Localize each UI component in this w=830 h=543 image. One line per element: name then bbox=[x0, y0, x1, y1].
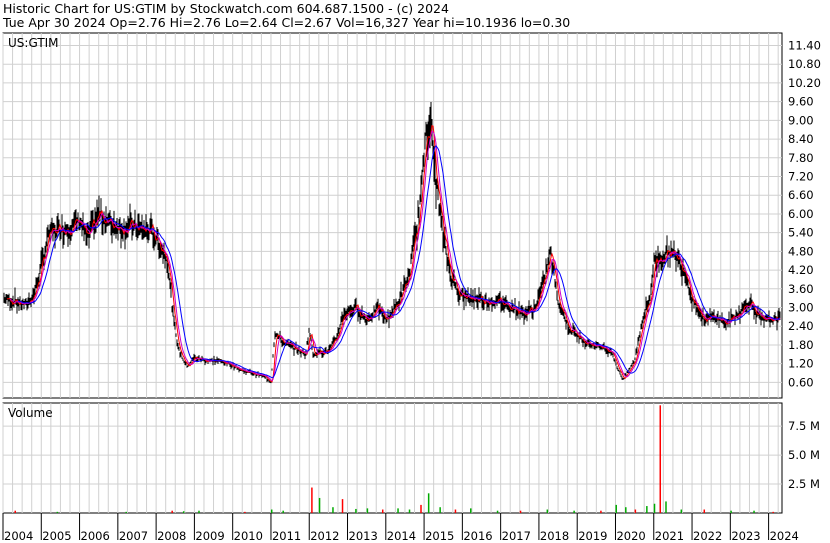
year-label: 2024 bbox=[770, 529, 799, 543]
volume-bar bbox=[634, 509, 637, 513]
volume-tick-label: 5.0 M bbox=[788, 448, 820, 462]
volume-bar bbox=[311, 487, 313, 513]
volume-bar bbox=[454, 509, 457, 513]
price-tick-label: 4.80 bbox=[788, 244, 814, 258]
volume-bar bbox=[198, 510, 200, 513]
volume-bar bbox=[703, 509, 706, 513]
year-label: 2013 bbox=[349, 529, 378, 543]
volume-bar bbox=[665, 501, 667, 513]
ma-short-line bbox=[6, 124, 781, 383]
year-label: 2008 bbox=[157, 529, 186, 543]
year-label: 2009 bbox=[195, 529, 224, 543]
year-label: 2012 bbox=[310, 529, 339, 543]
volume-bar bbox=[171, 510, 173, 513]
price-tick-label: 1.20 bbox=[788, 357, 814, 371]
volume-tick-label: 2.5 M bbox=[788, 477, 820, 491]
volume-bar bbox=[355, 508, 357, 513]
volume-bars bbox=[14, 405, 774, 513]
volume-bar bbox=[653, 503, 656, 513]
price-tick-label: 6.60 bbox=[788, 188, 814, 202]
price-tick-label: 10.80 bbox=[788, 57, 821, 71]
volume-bar bbox=[772, 511, 774, 513]
year-label: 2006 bbox=[81, 529, 110, 543]
symbol-label: US:GTIM bbox=[8, 36, 59, 50]
price-tick-label: 3.00 bbox=[788, 301, 814, 315]
price-tick-label: 8.40 bbox=[788, 132, 814, 146]
volume-bar bbox=[14, 510, 16, 513]
volume-bar bbox=[573, 510, 575, 513]
grid bbox=[2, 33, 782, 513]
volume-bar bbox=[615, 504, 617, 513]
volume-bar bbox=[56, 511, 59, 513]
price-tick-label: 11.40 bbox=[788, 38, 821, 52]
stock-chart: 11.40 10.80 10.20 9.60 9.00 8.40 7.80 7.20 6.60 6… bbox=[2, 32, 821, 543]
year-label: 2022 bbox=[693, 529, 722, 543]
volume-bar bbox=[427, 493, 430, 513]
year-label: 2016 bbox=[463, 529, 492, 543]
volume-bar bbox=[397, 508, 399, 513]
volume-bar bbox=[332, 507, 334, 513]
volume-bar bbox=[408, 509, 411, 513]
price-tick-label: 9.60 bbox=[788, 95, 814, 109]
chart-window: Historic Chart for US:GTIM by Stockwatch… bbox=[0, 0, 830, 543]
year-label: 2005 bbox=[42, 529, 71, 543]
volume-pane-label: Volume bbox=[8, 406, 53, 420]
year-label: 2007 bbox=[119, 529, 148, 543]
volume-bar bbox=[646, 506, 648, 513]
year-label: 2019 bbox=[578, 529, 607, 543]
volume-bar bbox=[318, 497, 321, 513]
year-label: 2023 bbox=[731, 529, 760, 543]
price-tick-label: 1.80 bbox=[788, 338, 814, 352]
volume-bar bbox=[366, 508, 369, 513]
volume-bar bbox=[659, 405, 662, 513]
price-tick-label: 7.80 bbox=[788, 151, 814, 165]
year-label: 2018 bbox=[540, 529, 569, 543]
volume-bar bbox=[625, 507, 627, 513]
volume-bar bbox=[182, 511, 185, 513]
volume-bar bbox=[270, 509, 273, 513]
volume-bar bbox=[244, 511, 246, 513]
year-label: 2014 bbox=[387, 529, 416, 543]
volume-bar bbox=[125, 511, 127, 513]
price-tick-label: 9.00 bbox=[788, 113, 814, 127]
volume-bar bbox=[730, 510, 732, 513]
price-tick-label: 4.20 bbox=[788, 263, 814, 277]
price-pane-frame bbox=[2, 32, 783, 399]
year-label: 2017 bbox=[502, 529, 531, 543]
volume-pane-frame bbox=[2, 402, 783, 514]
price-tick-label: 7.20 bbox=[788, 170, 814, 184]
price-tick-label: 5.40 bbox=[788, 226, 814, 240]
volume-bar bbox=[546, 509, 549, 513]
axes: 11.40 10.80 10.20 9.60 9.00 8.40 7.80 7.20 6.60 6… bbox=[2, 38, 821, 543]
price-tick-label: 6.00 bbox=[788, 207, 814, 221]
volume-bar bbox=[439, 507, 441, 513]
volume-bar bbox=[381, 509, 384, 513]
price-tick-label: 0.60 bbox=[788, 375, 814, 389]
volume-bar bbox=[496, 510, 499, 513]
year-label: 2021 bbox=[655, 529, 684, 543]
volume-bar bbox=[519, 510, 522, 513]
price-tick-label: 3.60 bbox=[788, 282, 814, 296]
year-label: 2010 bbox=[234, 529, 263, 543]
volume-tick-label: 7.5 M bbox=[788, 419, 820, 433]
volume-bar bbox=[282, 510, 284, 513]
year-label: 2015 bbox=[425, 529, 454, 543]
year-label: 2004 bbox=[4, 529, 33, 543]
price-tick-label: 2.40 bbox=[788, 319, 814, 333]
volume-bar bbox=[341, 499, 344, 513]
ma-long-line bbox=[17, 145, 781, 379]
volume-bar bbox=[753, 510, 755, 513]
year-label: 2011 bbox=[272, 529, 301, 543]
price-tick-label: 10.20 bbox=[788, 76, 821, 90]
moving-averages bbox=[6, 124, 781, 383]
volume-bar bbox=[600, 510, 602, 513]
volume-bar bbox=[470, 508, 472, 513]
volume-bar bbox=[680, 509, 683, 513]
year-label: 2020 bbox=[616, 529, 645, 543]
volume-bar bbox=[420, 504, 422, 513]
